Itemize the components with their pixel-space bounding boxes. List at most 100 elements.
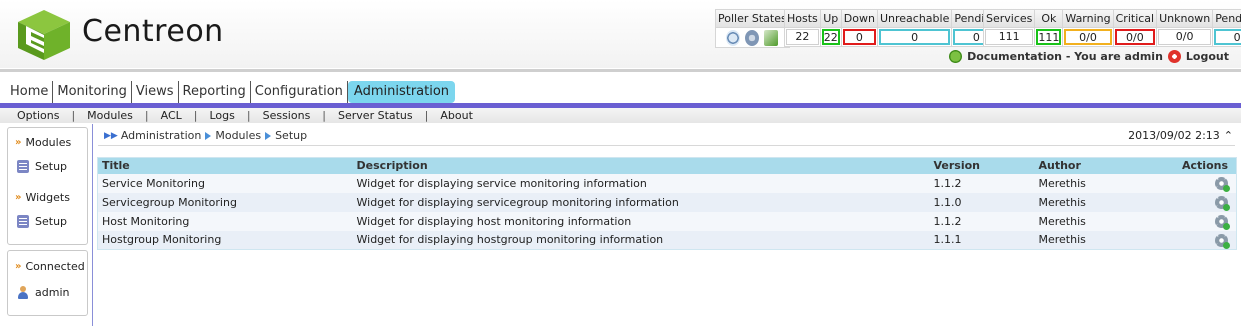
hosts-down-header: Down [841, 10, 877, 27]
cell-author: Merethis [1034, 211, 1155, 231]
table-row: Hostgroup Monitoring Widget for displayi… [97, 230, 1237, 250]
submenu-separator: | [424, 109, 429, 122]
services-total-value[interactable]: 111 [984, 28, 1035, 46]
hosts-status-table: Hosts Up Down Unreachable Pending 22 22 … [784, 9, 1002, 47]
submenu-separator: | [246, 109, 251, 122]
hosts-up-value[interactable]: 22 [820, 28, 841, 46]
header: Centreon Poller States Hosts Up Down Unr… [0, 0, 1241, 68]
sidebar-item-label: Setup [35, 160, 68, 173]
sidebar-widgets-label: Widgets [25, 191, 70, 204]
hosts-down-value[interactable]: 0 [841, 28, 877, 46]
submenu-item-sessions[interactable]: Sessions [263, 109, 311, 122]
double-arrow-icon: ▶▶ [104, 130, 118, 141]
services-ok-value[interactable]: 111 [1035, 28, 1063, 46]
cell-actions [1154, 211, 1237, 231]
submenu-item-server-status[interactable]: Server Status [338, 109, 413, 122]
cell-title: Host Monitoring [97, 211, 353, 231]
table-header-row: Title Description Version Author Actions [97, 157, 1237, 174]
submenu-item-acl[interactable]: ACL [161, 109, 182, 122]
sidebar-panel-connected: » Connected admin [7, 250, 88, 316]
sub-menu: Options | Modules | ACL | Logs | Session… [0, 108, 1241, 123]
submenu-item-modules[interactable]: Modules [87, 109, 133, 122]
install-gear-icon[interactable] [1215, 195, 1230, 211]
services-warning-value[interactable]: 0/0 [1063, 28, 1113, 46]
submenu-separator: | [71, 109, 76, 122]
double-chevron-icon: » [15, 137, 22, 148]
cell-description: Widget for displaying host monitoring in… [352, 211, 930, 231]
poller-gear-icon[interactable] [745, 30, 760, 46]
cell-description: Widget for displaying servicegroup monit… [352, 192, 930, 212]
sidebar-connected-label: Connected [25, 260, 85, 273]
sidebar-item-widgets-setup[interactable]: Setup [17, 215, 67, 228]
install-gear-icon[interactable] [1215, 233, 1230, 249]
services-pending-value[interactable]: 0 [1213, 28, 1241, 46]
submenu-separator: | [193, 109, 198, 122]
menu-item-administration[interactable]: Administration [347, 81, 456, 103]
install-gear-icon[interactable] [1215, 176, 1230, 192]
sidebar-item-label: Setup [35, 215, 68, 228]
cell-author: Merethis [1034, 230, 1155, 250]
hosts-up-header: Up [820, 10, 841, 27]
cell-author: Merethis [1034, 173, 1155, 193]
services-critical-value[interactable]: 0/0 [1113, 28, 1157, 46]
breadcrumb-item-modules[interactable]: Modules [215, 129, 261, 142]
document-icon [17, 215, 29, 228]
user-icon [17, 286, 29, 299]
col-description-header: Description [352, 157, 930, 174]
menu-item-configuration[interactable]: Configuration [251, 81, 348, 103]
services-pending-header: Pending [1213, 10, 1241, 27]
cell-version: 1.1.2 [929, 173, 1035, 193]
services-unknown-header: Unknown [1157, 10, 1213, 27]
logout-link[interactable]: Logout [1186, 50, 1229, 63]
breadcrumb-item-administration[interactable]: Administration [121, 129, 202, 142]
services-critical-header: Critical [1113, 10, 1157, 27]
cell-description: Widget for displaying hostgroup monitori… [352, 230, 930, 250]
sidebar-user-label: admin [35, 286, 70, 299]
collapse-icon[interactable]: ⌃ [1224, 129, 1233, 142]
menu-item-reporting[interactable]: Reporting [179, 81, 251, 103]
submenu-item-about[interactable]: About [440, 109, 473, 122]
sidebar-item-modules-setup[interactable]: Setup [17, 160, 67, 173]
centreon-logo-icon[interactable] [14, 8, 74, 62]
cell-description: Widget for displaying service monitoring… [352, 173, 930, 193]
sidebar-divider [92, 124, 93, 326]
help-icon [949, 50, 963, 63]
menu-item-monitoring[interactable]: Monitoring [53, 81, 132, 103]
documentation-link[interactable]: Documentation - You are admin [967, 50, 1163, 63]
sidebar-connected-user[interactable]: admin [17, 286, 69, 299]
cell-version: 1.1.2 [929, 211, 1035, 231]
cell-author: Merethis [1034, 192, 1155, 212]
sidebar-modules-label: Modules [25, 136, 72, 149]
hosts-unreachable-value[interactable]: 0 [877, 28, 952, 46]
sidebar-section-modules: » Modules [15, 136, 71, 149]
menu-top-divider [0, 69, 1241, 72]
main-menu: Home Monitoring Views Reporting Configur… [6, 81, 456, 103]
cell-actions [1154, 230, 1237, 250]
breadcrumb-separator-icon [205, 131, 212, 140]
services-unknown-value[interactable]: 0/0 [1157, 28, 1213, 46]
col-version-header: Version [929, 157, 1035, 174]
submenu-item-options[interactable]: Options [17, 109, 59, 122]
hosts-unreachable-header: Unreachable [877, 10, 952, 27]
hosts-total-value[interactable]: 22 [785, 28, 820, 46]
content-divider [98, 145, 1235, 146]
cell-title: Servicegroup Monitoring [97, 192, 353, 212]
logout-icon[interactable] [1167, 50, 1181, 63]
install-gear-icon[interactable] [1215, 214, 1230, 230]
menu-item-views[interactable]: Views [132, 81, 179, 103]
col-title-header: Title [97, 157, 353, 174]
poller-database-icon[interactable] [726, 30, 741, 46]
poller-latency-icon[interactable] [764, 30, 779, 46]
services-status-table: Services Ok Warning Critical Unknown Pen… [983, 9, 1241, 47]
widgets-table: Title Description Version Author Actions… [97, 157, 1237, 250]
breadcrumb-item-setup[interactable]: Setup [275, 129, 307, 142]
services-warning-header: Warning [1063, 10, 1113, 27]
submenu-item-logs[interactable]: Logs [209, 109, 234, 122]
user-bar: Documentation - You are admin Logout [949, 50, 1229, 63]
menu-item-home[interactable]: Home [6, 81, 54, 103]
cell-actions [1154, 173, 1237, 193]
table-row: Host Monitoring Widget for displaying ho… [97, 211, 1237, 231]
sidebar-panel-modules: » Modules Setup » Widgets Setup [7, 127, 88, 245]
cell-actions [1154, 192, 1237, 212]
table-row: Service Monitoring Widget for displaying… [97, 173, 1237, 193]
